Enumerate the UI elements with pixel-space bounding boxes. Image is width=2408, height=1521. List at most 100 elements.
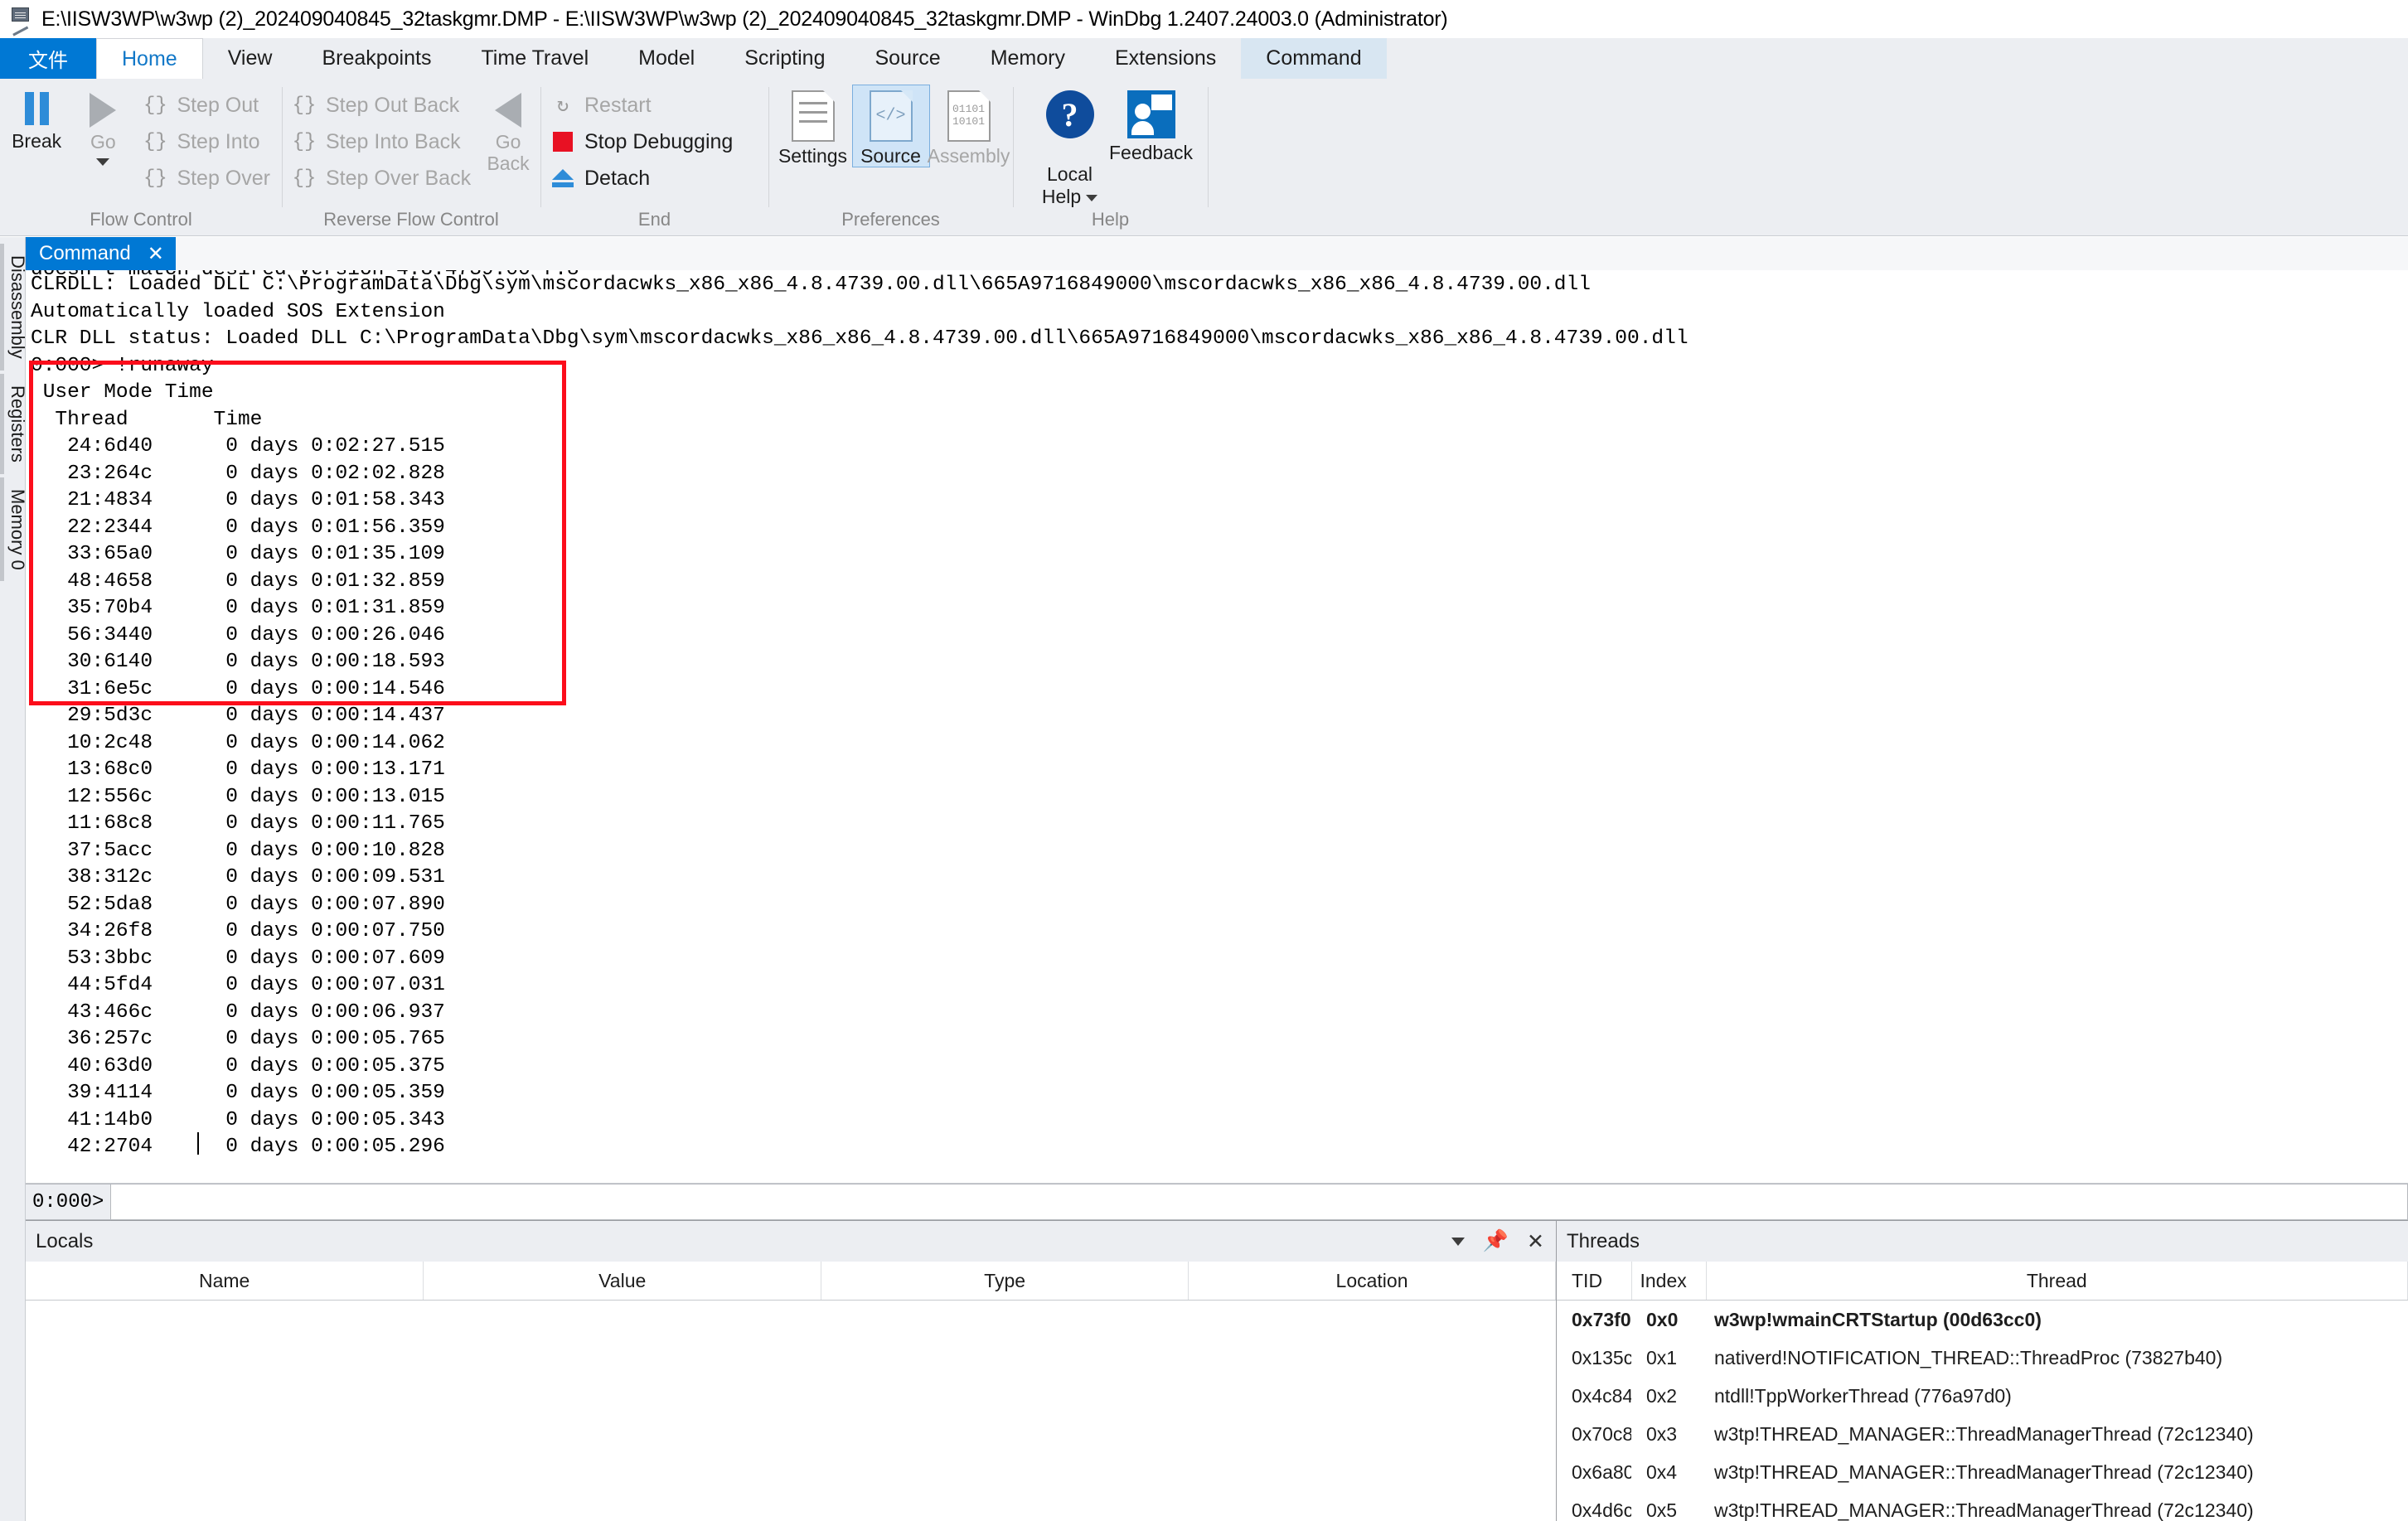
command-tab[interactable]: Command ✕ [26,237,176,270]
step-out-label: Step Out [177,94,259,118]
command-prompt-row: 0:000> [26,1183,2408,1220]
pin-icon[interactable]: 📌 [1483,1229,1509,1253]
command-output-clipped-line: doesn't match desired version 4.8.4739.0… [31,270,579,284]
locals-panel-title: Locals [36,1230,1451,1253]
source-code-icon: </> [870,90,913,142]
restart-button[interactable]: ↻ Restart [544,87,741,124]
thread-description: nativerd!NOTIFICATION_THREAD::ThreadProc… [1706,1339,2408,1377]
play-icon [90,93,116,128]
locals-panel-header: Locals 📌 ✕ [26,1221,1556,1262]
help-group-label: Help [1016,209,1204,235]
local-help-button[interactable]: ? Local Help [1032,85,1108,207]
tab-scripting[interactable]: Scripting [719,38,850,79]
tab-time-travel[interactable]: Time Travel [456,38,613,79]
command-output[interactable]: doesn't match desired version 4.8.4739.0… [26,270,2408,1183]
stop-square-icon [549,128,577,156]
table-row[interactable]: 0x70c80x3w3tp!THREAD_MANAGER::ThreadMana… [1557,1415,2408,1453]
tab-extensions[interactable]: Extensions [1090,38,1241,79]
locals-col-location[interactable]: Location [1189,1262,1556,1301]
source-button[interactable]: </> Source [853,85,929,167]
step-into-back-button[interactable]: {} Step Into Back [285,124,479,160]
table-row[interactable]: 0x135c0x1nativerd!NOTIFICATION_THREAD::T… [1557,1339,2408,1377]
chevron-down-icon[interactable] [96,158,109,166]
tab-view[interactable]: View [203,38,298,79]
step-over-button[interactable]: {} Step Over [136,160,279,196]
pause-icon [18,90,55,127]
threads-table: TID Index Thread 0x73f00x0w3wp!wmainCRTS… [1557,1262,2408,1521]
text-caret [197,1132,199,1155]
title-bar: E:\IISW3WP\w3wp (2)_202409040845_32taskg… [0,0,2408,38]
step-out-back-label: Step Out Back [326,94,459,118]
locals-col-type[interactable]: Type [821,1262,1189,1301]
window-title: E:\IISW3WP\w3wp (2)_202409040845_32taskg… [41,7,1448,31]
tab-model[interactable]: Model [613,38,719,79]
chevron-down-icon[interactable] [1086,195,1097,201]
flow-control-group-label: Flow Control [3,209,279,235]
table-row[interactable]: 0x6a800x4w3tp!THREAD_MANAGER::ThreadMana… [1557,1453,2408,1491]
thread-index: 0x4 [1631,1453,1706,1491]
step-into-back-icon: {} [290,128,318,156]
table-row[interactable]: 0x4c840x2ntdll!TppWorkerThread (776a97d0… [1557,1377,2408,1415]
tab-memory[interactable]: Memory [966,38,1090,79]
stop-debugging-button[interactable]: Stop Debugging [544,124,741,160]
locals-header-row: Name Value Type Location [26,1262,1556,1301]
break-button[interactable]: Break [3,85,70,152]
assembly-button[interactable]: 0110110101 Assembly [931,85,1007,167]
restart-label: Restart [584,94,652,118]
command-input[interactable] [111,1184,2408,1220]
step-into-button[interactable]: {} Step Into [136,124,279,160]
table-row[interactable]: 0x4d6c0x5w3tp!THREAD_MANAGER::ThreadMana… [1557,1491,2408,1521]
locals-panel: Locals 📌 ✕ Name Value [26,1221,1557,1521]
thread-index: 0x1 [1631,1339,1706,1377]
threads-table-body: 0x73f00x0w3wp!wmainCRTStartup (00d63cc0)… [1557,1301,2408,1521]
chevron-down-icon[interactable] [1451,1238,1465,1246]
step-into-label: Step Into [177,130,259,154]
threads-col-index[interactable]: Index [1631,1262,1706,1301]
tab-file[interactable]: 文件 [0,38,96,79]
close-icon[interactable]: ✕ [148,242,164,266]
thread-index: 0x2 [1631,1377,1706,1415]
thread-description: w3tp!THREAD_MANAGER::ThreadManagerThread… [1706,1491,2408,1521]
locals-col-name[interactable]: Name [26,1262,424,1301]
thread-description: w3wp!wmainCRTStartup (00d63cc0) [1706,1301,2408,1339]
thread-tid: 0x4d6c [1557,1491,1631,1521]
go-back-button[interactable]: Go Back [479,85,537,175]
feedback-person-icon [1127,90,1175,138]
thread-tid: 0x6a80 [1557,1453,1631,1491]
threads-panel-title: Threads [1567,1230,2396,1253]
tab-command[interactable]: Command [1241,38,1386,79]
step-out-back-icon: {} [290,91,318,119]
go-button[interactable]: Go [70,85,136,166]
go-back-label: Go Back [487,131,529,175]
eject-icon [549,164,577,192]
threads-header-row: TID Index Thread [1557,1262,2408,1301]
settings-doc-icon [792,90,835,142]
thread-index: 0x0 [1631,1301,1706,1339]
threads-col-thread[interactable]: Thread [1706,1262,2408,1301]
play-back-icon [495,93,521,128]
threads-panel-header: Threads [1557,1221,2408,1262]
step-over-back-icon: {} [290,164,318,192]
step-out-button[interactable]: {} Step Out [136,87,279,124]
break-label: Break [12,130,61,152]
feedback-button[interactable]: Feedback [1113,85,1189,163]
tab-source[interactable]: Source [850,38,965,79]
tab-home[interactable]: Home [96,38,203,79]
thread-tid: 0x4c84 [1557,1377,1631,1415]
close-icon[interactable]: ✕ [1527,1229,1544,1254]
thread-description: w3tp!THREAD_MANAGER::ThreadManagerThread… [1706,1453,2408,1491]
locals-col-value[interactable]: Value [424,1262,821,1301]
threads-col-tid[interactable]: TID [1557,1262,1631,1301]
windbg-icon [8,7,33,31]
step-out-back-button[interactable]: {} Step Out Back [285,87,479,124]
detach-button[interactable]: Detach [544,160,741,196]
ribbon-group-preferences: Settings </> Source 0110110101 Assembly … [768,79,1013,235]
step-over-back-button[interactable]: {} Step Over Back [285,160,479,196]
ribbon-group-reverse-flow-control: {} Step Out Back {} Step Into Back {} St… [282,79,540,235]
detach-label: Detach [584,167,650,191]
prompt-label: 0:000> [26,1184,111,1220]
table-row[interactable]: 0x73f00x0w3wp!wmainCRTStartup (00d63cc0) [1557,1301,2408,1339]
ribbon: Break Go {} Step Out {} Step Into {} Ste… [0,79,2408,236]
settings-button[interactable]: Settings [775,85,851,167]
tab-breakpoints[interactable]: Breakpoints [297,38,456,79]
